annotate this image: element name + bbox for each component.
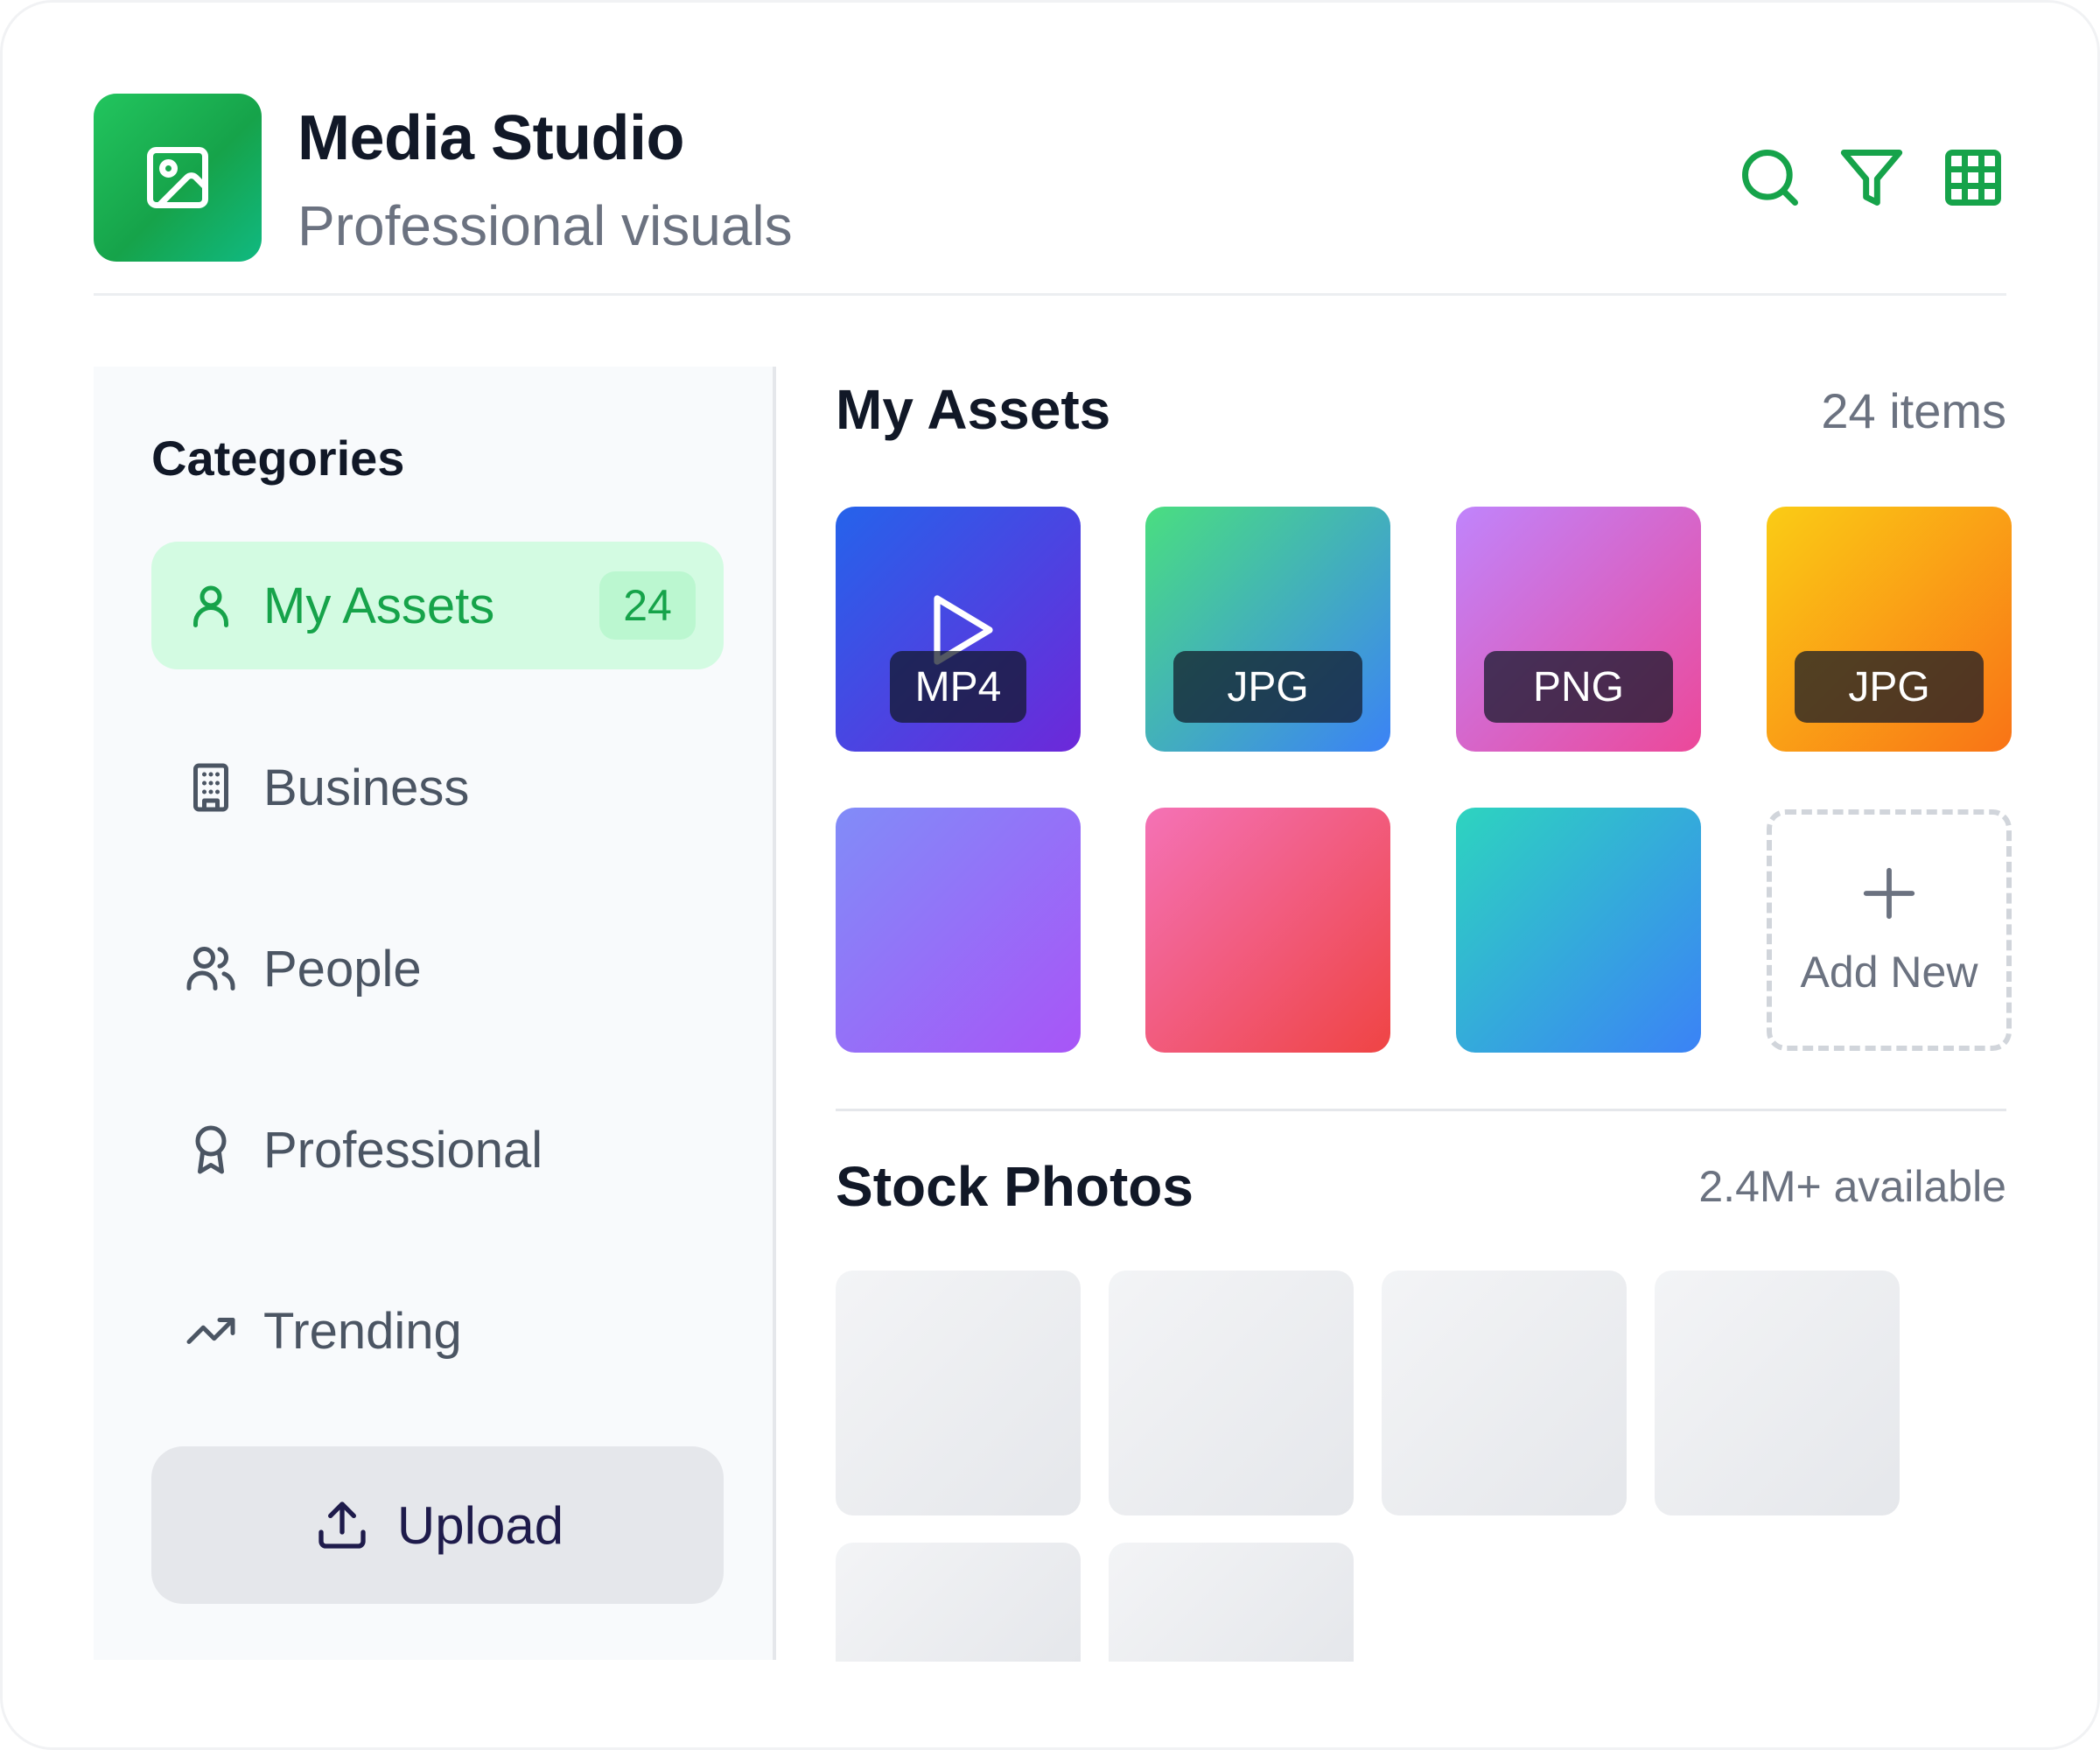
section-divider: [836, 1109, 2006, 1111]
add-new-label: Add New: [1800, 948, 1978, 997]
users-icon: [186, 947, 235, 990]
app-subtitle: Professional visuals: [298, 194, 793, 257]
asset-tile[interactable]: JPG: [1145, 507, 1390, 752]
grid-icon: [1945, 150, 2001, 206]
app-logo: [94, 94, 262, 262]
building-icon: [193, 763, 228, 812]
sidebar-item-business[interactable]: Business: [151, 724, 724, 851]
search-button[interactable]: [1737, 144, 1803, 211]
sidebar-item-people[interactable]: People: [151, 905, 724, 1032]
stock-photo-placeholder[interactable]: [836, 1270, 1081, 1516]
upload-label: Upload: [396, 1495, 564, 1555]
file-type-badge: JPG: [1173, 651, 1362, 723]
sidebar-item-professional[interactable]: Professional: [151, 1086, 724, 1214]
sidebar: Categories My Assets 24 Business People …: [94, 367, 776, 1660]
stock-photo-placeholder[interactable]: [1109, 1270, 1354, 1516]
filter-button[interactable]: [1838, 144, 1905, 211]
file-type-badge: MP4: [890, 651, 1026, 723]
add-new-button[interactable]: Add New: [1767, 809, 2012, 1051]
asset-tile-video[interactable]: MP4: [836, 507, 1081, 752]
stock-photo-placeholder[interactable]: [836, 1543, 1081, 1662]
sidebar-heading: Categories: [151, 430, 405, 486]
trending-up-icon: [186, 1318, 235, 1344]
media-studio-window: Media Studio Professional visuals Catego…: [0, 0, 2100, 1750]
upload-icon: [318, 1502, 366, 1549]
award-icon: [195, 1125, 227, 1174]
file-type-badge: PNG: [1484, 651, 1673, 723]
sidebar-item-label: Professional: [263, 1121, 543, 1179]
my-assets-title: My Assets: [836, 378, 1111, 441]
upload-button[interactable]: Upload: [151, 1446, 724, 1604]
image-icon: [147, 147, 208, 208]
asset-tile[interactable]: [1456, 808, 1701, 1053]
asset-tile[interactable]: PNG: [1456, 507, 1701, 752]
sidebar-item-label: Trending: [263, 1302, 462, 1360]
user-icon: [193, 585, 228, 627]
filter-icon: [1840, 150, 1903, 206]
count-badge: 24: [599, 571, 696, 640]
asset-tile[interactable]: JPG: [1767, 507, 2012, 752]
sidebar-item-label: Business: [263, 759, 470, 816]
search-icon: [1742, 150, 1798, 206]
app-title: Media Studio: [298, 103, 685, 173]
stock-photos-title: Stock Photos: [836, 1155, 1194, 1218]
asset-tile[interactable]: [1145, 808, 1390, 1053]
stock-photo-placeholder[interactable]: [1655, 1270, 1900, 1516]
header-toolbar: [1737, 144, 2006, 211]
sidebar-item-label: People: [263, 940, 422, 998]
asset-count: 24 items: [1821, 383, 2006, 438]
plus-icon: [1863, 867, 1915, 920]
file-type-badge: JPG: [1795, 651, 1984, 723]
header-divider: [94, 293, 2006, 296]
stock-photo-placeholder[interactable]: [1109, 1543, 1354, 1662]
stock-available-count: 2.4M+ available: [1698, 1162, 2006, 1211]
sidebar-item-label: My Assets: [263, 577, 495, 634]
stock-photo-placeholder[interactable]: [1382, 1270, 1627, 1516]
asset-tile[interactable]: [836, 808, 1081, 1053]
sidebar-item-my-assets[interactable]: My Assets 24: [151, 542, 724, 669]
grid-view-button[interactable]: [1940, 144, 2006, 211]
sidebar-item-trending[interactable]: Trending: [151, 1267, 724, 1395]
